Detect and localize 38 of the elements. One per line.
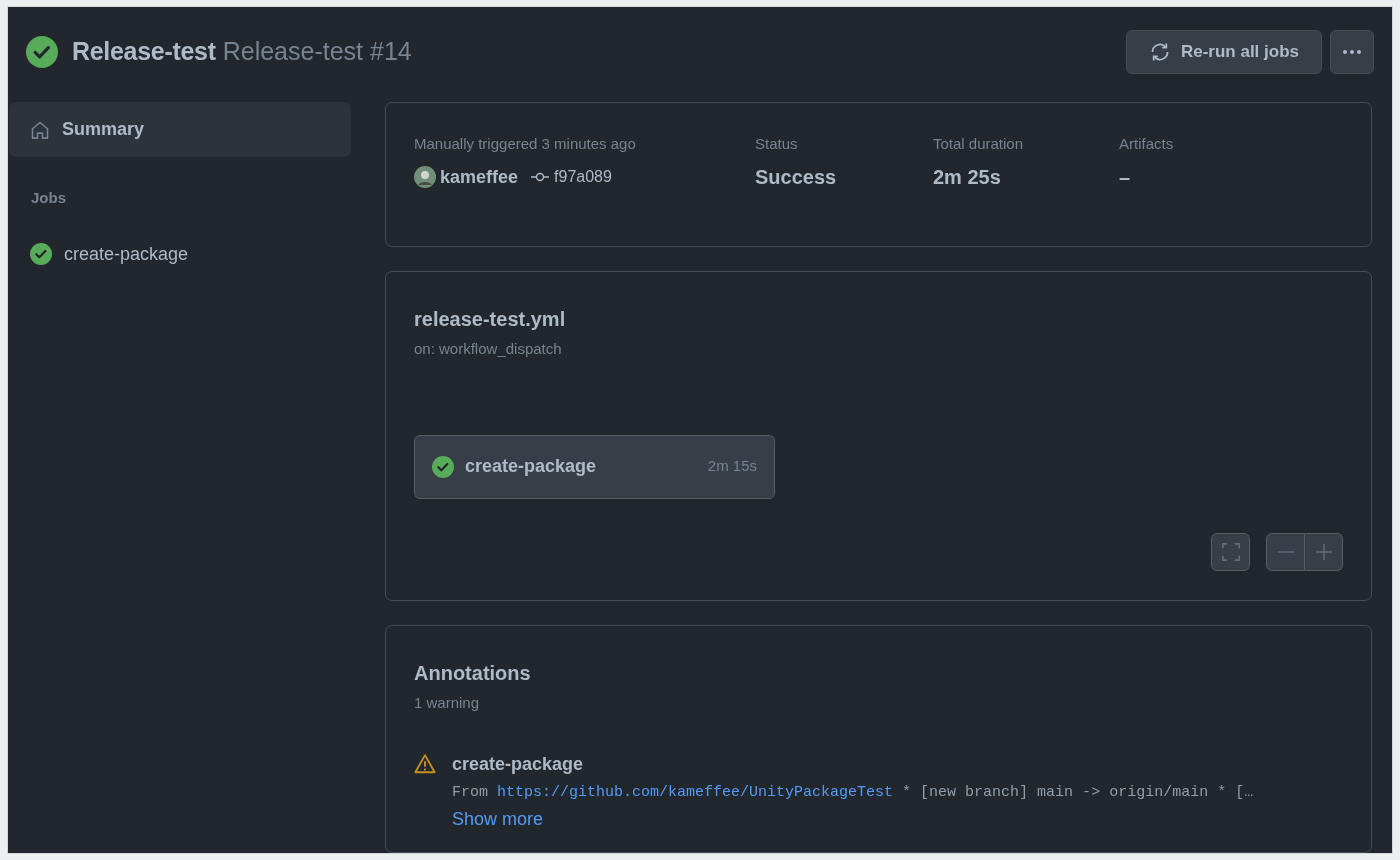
more-button[interactable] — [1330, 30, 1374, 74]
annotation-job: create-package — [452, 752, 585, 776]
field-label: Artifacts — [1119, 134, 1175, 154]
kebab-icon — [1342, 49, 1362, 55]
warning-icon — [414, 752, 436, 775]
show-more-link[interactable]: Show more — [452, 806, 544, 833]
workflow-title: Release-test — [72, 36, 216, 68]
run-title: Release-test #14 — [222, 36, 413, 68]
fullscreen-icon — [1220, 541, 1241, 562]
annotations-title: Annotations — [414, 661, 532, 686]
trigger-text: Manually triggered 3 minutes ago — [414, 134, 637, 154]
summary-nav-item[interactable]: Summary — [9, 102, 351, 157]
field-value: Success — [755, 164, 838, 190]
field-value: – — [1119, 164, 1132, 190]
commit-link[interactable]: f97a089 — [554, 165, 612, 189]
field-label: Status — [755, 134, 799, 154]
fullscreen-button[interactable] — [1211, 532, 1250, 571]
job-nav-item[interactable]: create-package — [9, 232, 351, 276]
zoom-out-button[interactable] — [1266, 532, 1305, 571]
zoom-in-button[interactable] — [1305, 532, 1343, 571]
annotations-count: 1 warning — [414, 693, 481, 713]
avatar-icon — [414, 166, 436, 188]
commit-icon — [530, 171, 551, 183]
field-label: Total duration — [933, 134, 1025, 154]
workflow-file-name: release-test.yml — [414, 307, 567, 332]
section-heading: Jobs — [30, 188, 67, 208]
rerun-button[interactable]: Re-run all jobs — [1125, 30, 1322, 74]
annotation-message: From https://github.com/kameffee/UnityPackageTest * [new branch] main -> origin/main * [… — [452, 782, 1254, 803]
workflow-trigger: on: workflow_dispatch — [414, 339, 563, 359]
minus-icon — [1277, 550, 1294, 553]
job-duration: 2m 15s — [707, 456, 757, 477]
home-icon — [30, 119, 50, 140]
repo-link[interactable]: https://github.com/kameffee/UnityPackageTest — [497, 783, 894, 801]
field-value: 2m 25s — [933, 164, 1002, 190]
plus-icon — [1315, 543, 1332, 560]
job-name: create-package — [465, 455, 598, 478]
job-node[interactable]: create-package 2m 15s — [414, 434, 775, 499]
actor-link[interactable]: kameffee — [440, 163, 519, 191]
